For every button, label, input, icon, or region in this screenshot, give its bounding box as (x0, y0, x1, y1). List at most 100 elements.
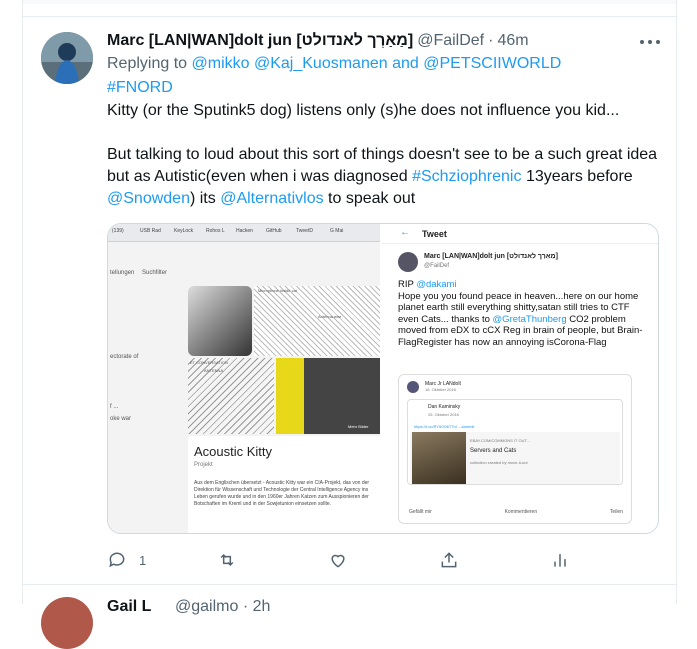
card-title: Servers and Cats (470, 448, 517, 454)
tweet-actions: 1 (107, 548, 587, 572)
browser-tab: GitHub (266, 228, 282, 234)
inner-date: 25. Oktober 2016 (428, 412, 459, 417)
replying-to: Replying to @mikko @Kaj_Kuosmanen and @P… (107, 52, 660, 100)
dark-image (304, 358, 380, 434)
tweet[interactable]: Marc [LAN|WAN]dolt jun [מַאַרְך לאנדולט]… (23, 18, 676, 585)
screenshot-mention: @GretaThunberg (492, 313, 567, 325)
browser-tab: KeyLock (174, 228, 194, 234)
quoted-date: 16. Oktober 2016 (425, 387, 456, 392)
screenshot-text-segment: RIP (398, 279, 414, 290)
inner-link: https://t.co/RY5O96T7hI ...dammit (414, 424, 475, 429)
browser-tab: USB Rad (140, 228, 161, 234)
browser-tab: Hacken (236, 228, 253, 234)
image-caption: Microphone inside cat (258, 288, 297, 293)
sidebar-text: Suchfilter (142, 270, 168, 276)
previous-tweet-edge (23, 0, 676, 17)
retweet-button[interactable] (217, 548, 237, 572)
hashtag-link[interactable]: #FNORD (107, 79, 173, 96)
more-images-label: Mehr Bilder (348, 424, 369, 429)
separator-dot: · (488, 32, 494, 49)
sidebar-text: f ... (110, 404, 119, 410)
media-image-browser-screenshot[interactable]: (139) USB Rad KeyLock Rohos L Hacken Git… (108, 224, 382, 533)
avatar[interactable] (41, 32, 93, 84)
share-label: Teilen (609, 509, 623, 515)
quoted-avatar (407, 381, 419, 393)
browser-tab: (139) (112, 228, 124, 234)
display-name[interactable]: Gail L (107, 598, 151, 616)
card-subtitle: collection created by move-it-out (470, 460, 528, 465)
mention-link[interactable]: @Kaj_Kuosmanen (254, 55, 388, 72)
cat-diagram-image (188, 358, 274, 434)
comment-label: Kommentieren (504, 509, 538, 515)
display-name[interactable]: Marc [LAN|WAN]dolt jun [מַאַרְך לאנדולט] (107, 30, 413, 52)
inner-name: Dan Kaminsky (428, 404, 461, 410)
quoted-actions: Gefällt mir Kommentieren Teilen (409, 509, 623, 515)
back-arrow-icon: ← (400, 227, 410, 238)
reply-button[interactable]: 1 (107, 548, 146, 572)
tweet-text-segment: ) its (189, 190, 216, 207)
screenshot-mention: @dakami (416, 279, 457, 290)
cat-sketch-image (254, 286, 380, 356)
analytics-icon (554, 554, 566, 567)
share-icon (441, 552, 457, 568)
replying-and: and (392, 55, 419, 72)
knowledge-card-subtitle: Projekt (194, 462, 213, 468)
screenshot-display-name: Marc [LAN|WAN]dolt jun [מַאַרְך לאנדולט] (424, 253, 558, 260)
sidebar-text: tellungen (110, 270, 135, 276)
user-handle[interactable]: @FailDef (417, 30, 484, 52)
tweet-text-line: Kitty (or the Sputink5 dog) listens only… (107, 102, 620, 119)
screenshot-tweet-title: Tweet (422, 229, 447, 239)
tweet-text: Kitty (or the Sputink5 dog) listens only… (107, 100, 660, 210)
replying-to-label: Replying to (107, 55, 188, 72)
tweet-header: Marc [LAN|WAN]dolt jun [מַאַרְך לאנדולט]… (107, 30, 660, 52)
user-handle[interactable]: @gailmo · 2h (175, 598, 270, 616)
knowledge-card-description: Aus dem Englischen übersetzt - Acoustic … (194, 480, 370, 507)
screenshot-avatar (398, 252, 418, 272)
browser-tab: Rohos L (206, 228, 225, 234)
image-caption: ANTENNA (204, 368, 224, 373)
link-preview-card: EBAY.COM/COMMONS IT OUT... Servers and C… (410, 432, 620, 484)
image-caption: ET CONVERSATION (190, 360, 228, 365)
avatar[interactable] (41, 597, 93, 649)
media-attachment[interactable]: (139) USB Rad KeyLock Rohos L Hacken Git… (107, 223, 659, 534)
more-options-icon[interactable] (640, 36, 660, 48)
cat-photo (412, 432, 466, 484)
browser-tab: TweetD (296, 228, 313, 234)
like-button[interactable] (328, 548, 348, 572)
screenshot-handle: @FailDef (424, 263, 450, 269)
hashtag-link[interactable]: #Schziophrenic (412, 168, 521, 185)
like-label: Gefällt mir (409, 509, 432, 515)
analytics-button[interactable] (550, 548, 570, 572)
browser-tab: G Mai (330, 228, 344, 234)
yellow-image (276, 358, 304, 434)
cat-photo (188, 286, 252, 356)
mention-link[interactable]: @PETSCIIWORLD (423, 55, 561, 72)
sidebar-text: oke war (110, 416, 132, 422)
screenshot-tweet-header: ← Tweet (382, 224, 658, 244)
tweet-text-line: But talking to loud about this sort of t… (107, 144, 660, 210)
mention-link[interactable]: @Alternativlos (220, 190, 323, 207)
share-button[interactable] (439, 548, 459, 572)
knowledge-card-title: Acoustic Kitty (194, 444, 273, 459)
tweet-body: Marc [LAN|WAN]dolt jun [מַאַרְך לאנדולט]… (107, 30, 660, 534)
heart-icon (331, 554, 345, 568)
retweet-icon (220, 553, 234, 567)
tweet-text-segment: 13years before (525, 168, 633, 185)
tweet-text-segment: to speak out (328, 190, 416, 207)
image-caption: Antenna wire (318, 314, 342, 319)
tweet-text-blank (107, 122, 660, 144)
screenshot-quoted-post: Marc Jr LANdolt 16. Oktober 2016 Dan Kam… (398, 374, 632, 524)
browser-tab-bar: (139) USB Rad KeyLock Rohos L Hacken Git… (108, 224, 380, 242)
sidebar-text: ectorate of (110, 354, 139, 360)
screenshot-tweet-text: RIP @dakami Hope you you found peace in … (398, 279, 650, 348)
mention-link[interactable]: @Snowden (107, 190, 190, 207)
timeline-feed: Marc [LAN|WAN]dolt jun [מַאַרְך לאנדולט]… (22, 0, 677, 649)
knowledge-card: Acoustic Kitty Projekt Aus dem Englische… (188, 436, 380, 533)
quoted-inner-post: Dan Kaminsky 25. Oktober 2016 https://t.… (407, 399, 623, 485)
media-image-tweet-screenshot[interactable]: ← Tweet Marc [LAN|WAN]dolt jun [מַאַרְך … (382, 224, 658, 533)
card-source: EBAY.COM/COMMONS IT OUT... (470, 438, 530, 443)
reply-count: 1 (139, 552, 147, 568)
timestamp[interactable]: 46m (497, 30, 528, 52)
reply-icon (109, 552, 125, 568)
mention-link[interactable]: @mikko (192, 55, 250, 72)
